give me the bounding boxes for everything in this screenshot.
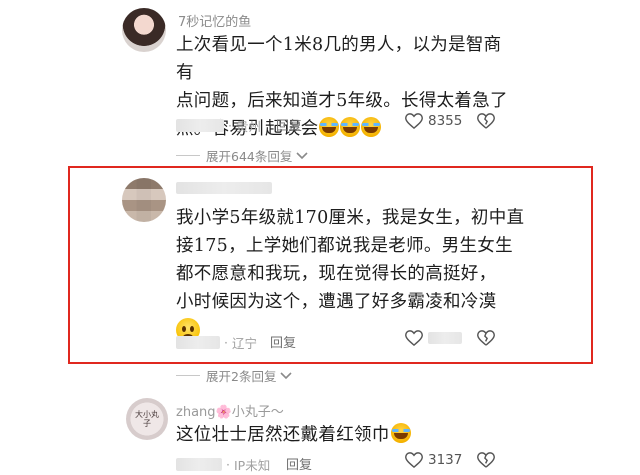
comment-meta: · 贵州 bbox=[176, 116, 261, 135]
avatar[interactable]: 大小丸子 bbox=[126, 398, 168, 440]
avatar[interactable] bbox=[122, 178, 166, 222]
expand-label: 展开644条回复 bbox=[206, 149, 293, 164]
expand-label: 展开2条回复 bbox=[206, 369, 277, 384]
comment-text-line: 接175，上学她们都说我是老师。男生女生 bbox=[176, 236, 513, 256]
broken-heart-icon[interactable] bbox=[477, 452, 495, 468]
comment-text: 这位壮士居然还戴着红领巾 bbox=[176, 421, 536, 449]
avatar-text: 大小丸子 bbox=[135, 410, 159, 428]
chevron-down-icon bbox=[296, 148, 308, 163]
meta-separator: · bbox=[228, 118, 232, 133]
location: 辽宁 bbox=[231, 336, 257, 351]
comment-text-line: 上次看见一个1米8几的男人，以为是智商有 bbox=[176, 35, 502, 83]
laugh-cry-emoji bbox=[390, 423, 411, 443]
meta-separator: · bbox=[226, 457, 230, 472]
comment-text-line: 我小学5年级就170厘米，我是女生，初中直 bbox=[176, 208, 525, 228]
like-button[interactable]: 8355 bbox=[405, 113, 462, 129]
reply-button[interactable]: 回复 bbox=[276, 115, 302, 134]
reply-button[interactable]: 回复 bbox=[270, 332, 296, 351]
divider-line bbox=[176, 155, 200, 156]
divider-line bbox=[176, 375, 200, 376]
comment-text-line: 都不愿意和我玩，现在觉得长的高挺好， bbox=[176, 264, 497, 284]
comment-meta: · 辽宁 bbox=[176, 333, 257, 352]
reply-button[interactable]: 回复 bbox=[286, 454, 312, 473]
broken-heart-icon[interactable] bbox=[477, 330, 495, 346]
username[interactable]: 7秒记忆的鱼 bbox=[178, 11, 251, 30]
comment-text-line: 这位壮士居然还戴着红领巾 bbox=[176, 421, 536, 449]
comment-text-line: 点问题，后来知道才5年级。长得太着急了 bbox=[176, 91, 508, 111]
blurred-timestamp bbox=[176, 336, 220, 349]
laugh-cry-emoji bbox=[340, 117, 361, 137]
blurred-like-count bbox=[428, 332, 462, 344]
heart-outline-icon bbox=[405, 113, 423, 129]
like-count: 3137 bbox=[428, 452, 463, 468]
location: 贵州 bbox=[235, 119, 261, 134]
like-count: 8355 bbox=[428, 113, 463, 129]
avatar[interactable] bbox=[122, 8, 166, 52]
username-blurred[interactable] bbox=[176, 182, 272, 198]
blurred-timestamp bbox=[176, 458, 222, 471]
chevron-down-icon bbox=[280, 368, 293, 383]
location: IP未知 bbox=[233, 458, 271, 473]
comment-text-line: 小时候因为这个，遭遇了好多霸凌和冷漠 bbox=[176, 292, 497, 312]
heart-outline-icon bbox=[405, 330, 423, 346]
laugh-cry-emoji bbox=[361, 117, 382, 137]
comment-text: 我小学5年级就170厘米，我是女生，初中直 接175，上学她们都说我是老师。男生… bbox=[176, 204, 526, 347]
heart-outline-icon bbox=[405, 452, 423, 468]
laugh-cry-emoji bbox=[319, 117, 340, 137]
blurred-timestamp bbox=[176, 119, 224, 132]
username[interactable]: zhang🌸小丸子～ bbox=[176, 401, 284, 420]
like-button[interactable]: 3137 bbox=[405, 452, 462, 468]
broken-heart-icon[interactable] bbox=[477, 113, 495, 129]
like-button[interactable] bbox=[405, 330, 462, 346]
meta-separator: · bbox=[224, 335, 228, 350]
blurred-username bbox=[176, 182, 272, 194]
expand-replies-button[interactable]: 展开2条回复 bbox=[176, 366, 293, 385]
comment-meta: · IP未知 bbox=[176, 455, 270, 474]
expand-replies-button[interactable]: 展开644条回复 bbox=[176, 146, 308, 165]
comment-text-line-content: 这位壮士居然还戴着红领巾 bbox=[176, 425, 390, 445]
